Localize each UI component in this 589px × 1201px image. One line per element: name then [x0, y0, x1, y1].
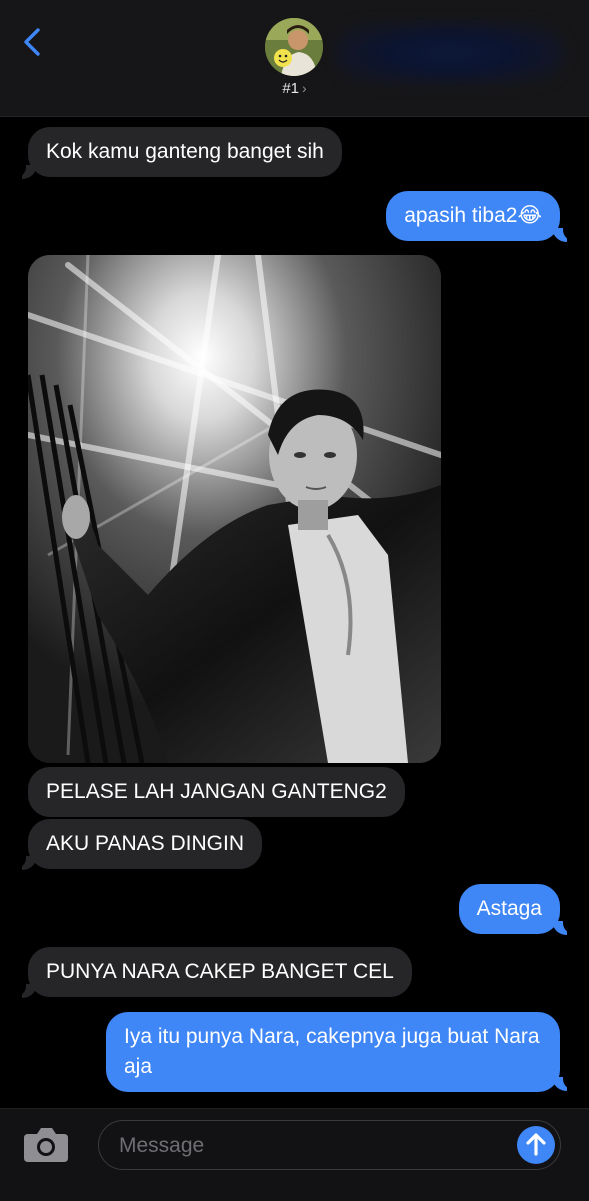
message-photo[interactable] — [28, 255, 441, 763]
message-text: AKU PANAS DINGIN — [46, 832, 244, 855]
message-input-field[interactable] — [98, 1120, 561, 1170]
send-button[interactable] — [517, 1126, 555, 1164]
chevron-right-icon: › — [302, 80, 307, 96]
message-bubble-outgoing[interactable]: apasih tiba2😂 — [386, 191, 560, 241]
bubble-tail — [12, 161, 36, 179]
contact-name-redacted — [335, 22, 565, 84]
message-bubble-incoming[interactable]: Kok kamu ganteng banget sih — [28, 127, 342, 177]
bubble-tail — [553, 1073, 577, 1091]
message-text: Astaga — [476, 897, 542, 920]
message-bubble-incoming[interactable]: PELASE LAH JANGAN GANTENG2 — [28, 767, 405, 817]
contact-avatar[interactable] — [265, 18, 323, 76]
arrow-up-icon — [526, 1133, 546, 1156]
message-bubble-outgoing[interactable]: Astaga — [458, 884, 560, 934]
message-text: Iya itu punya Nara, cakepnya juga buat N… — [124, 1025, 540, 1078]
message-bubble-incoming[interactable]: PUNYA NARA CAKEP BANGET CEL — [28, 947, 412, 997]
message-text: apasih tiba2😂 — [404, 204, 542, 227]
message-text: PELASE LAH JANGAN GANTENG2 — [46, 780, 387, 803]
message-text: Kok kamu ganteng banget sih — [46, 140, 324, 163]
camera-icon — [24, 1128, 68, 1162]
camera-button[interactable] — [22, 1122, 70, 1166]
bubble-tail — [12, 852, 36, 870]
message-text: PUNYA NARA CAKEP BANGET CEL — [46, 960, 394, 983]
contact-name: #1 — [282, 80, 299, 97]
back-button[interactable] — [14, 22, 54, 62]
contact-name-button[interactable]: #1 › — [0, 80, 589, 97]
chevron-left-icon — [24, 28, 40, 56]
message-bubble-outgoing[interactable]: Iya itu punya Nara, cakepnya juga buat N… — [106, 1012, 560, 1092]
message-bubble-incoming[interactable]: AKU PANAS DINGIN — [28, 819, 262, 869]
bubble-tail — [553, 224, 577, 242]
bubble-tail — [12, 980, 36, 998]
conversation-header: #1 › — [0, 0, 589, 117]
bubble-tail — [553, 917, 577, 935]
message-input[interactable] — [117, 1129, 501, 1163]
